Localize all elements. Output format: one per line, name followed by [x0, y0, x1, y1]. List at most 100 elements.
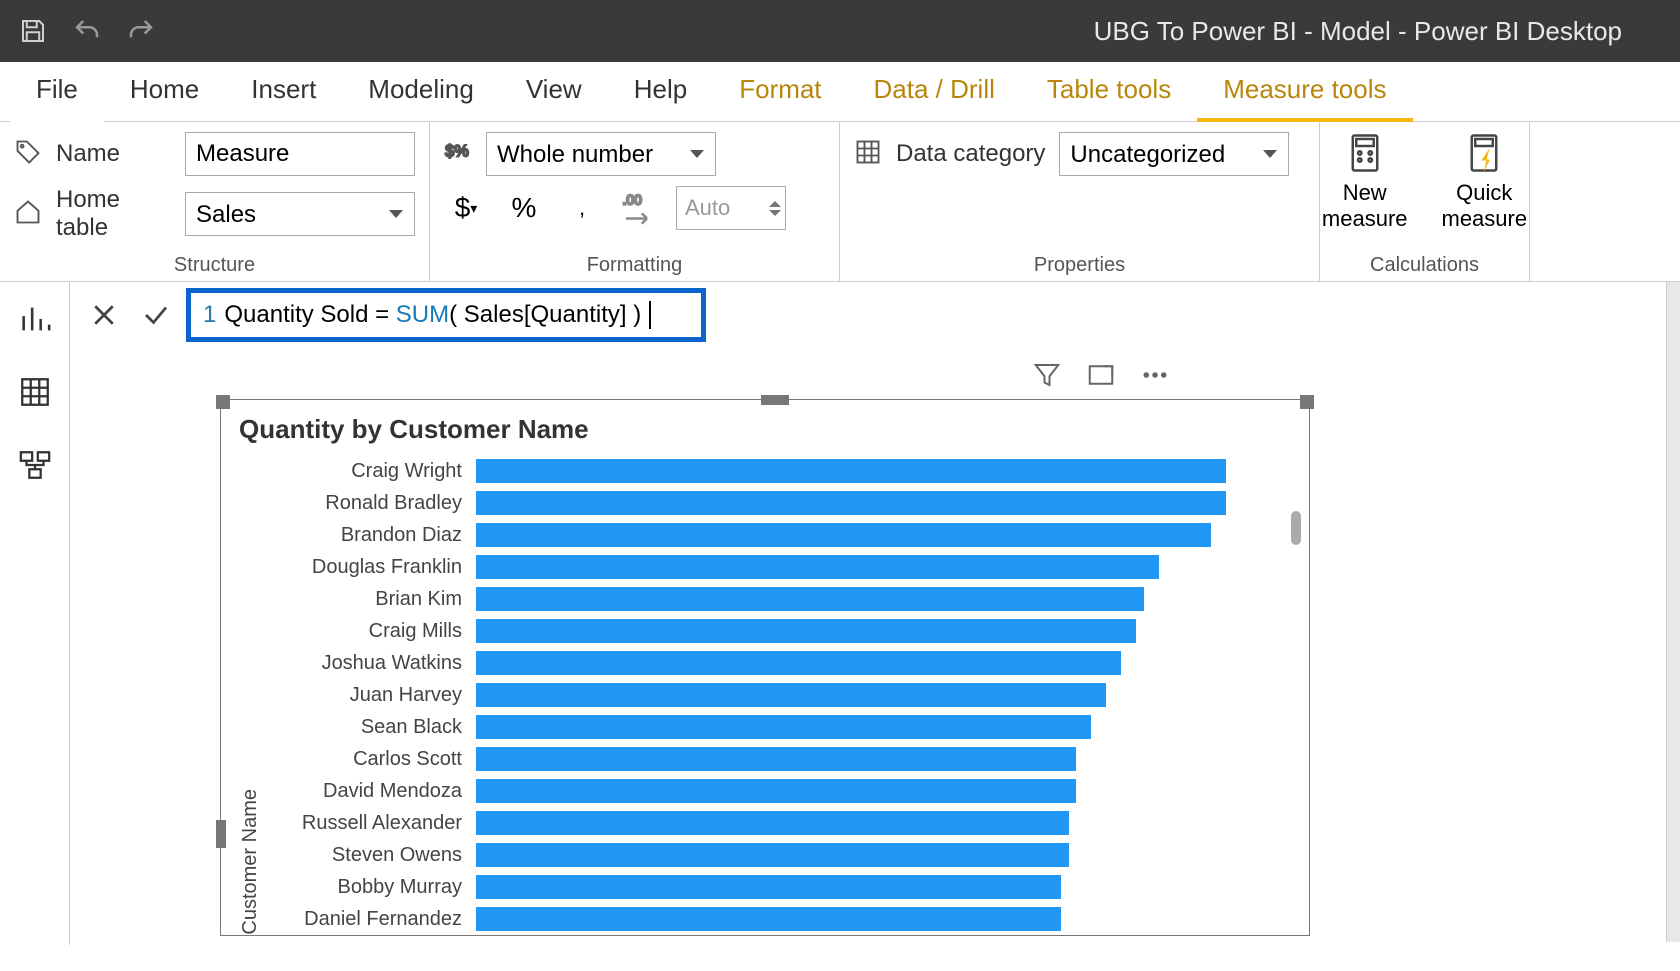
- bar[interactable]: [476, 491, 1226, 515]
- tab-help[interactable]: Help: [608, 62, 713, 122]
- y-axis-label: Customer Name: [235, 739, 266, 935]
- bar[interactable]: [476, 779, 1076, 803]
- home-table-label: Home table: [56, 186, 157, 242]
- undo-icon[interactable]: [72, 16, 102, 46]
- ribbon-tabs: File Home Insert Modeling View Help Form…: [0, 62, 1680, 122]
- measure-name-input[interactable]: [185, 132, 415, 176]
- resize-handle[interactable]: [761, 395, 789, 405]
- resize-handle[interactable]: [1300, 395, 1314, 409]
- report-view-button[interactable]: [18, 302, 52, 341]
- formula-bar: 1 Quantity Sold = SUM( Sales[Quantity] ): [70, 284, 1680, 346]
- model-view-button[interactable]: [18, 448, 52, 487]
- redo-icon[interactable]: [126, 16, 156, 46]
- window-title: UBG To Power BI - Model - Power BI Deskt…: [156, 16, 1662, 47]
- resize-handle[interactable]: [216, 395, 230, 409]
- bar[interactable]: [476, 843, 1069, 867]
- data-format-select[interactable]: Whole number: [486, 132, 716, 176]
- bar[interactable]: [476, 459, 1226, 483]
- tab-format[interactable]: Format: [713, 62, 847, 122]
- bar-category-label: Carlos Scott: [266, 748, 476, 771]
- bar-row: Craig Wright: [266, 455, 1295, 487]
- tab-insert[interactable]: Insert: [225, 62, 342, 122]
- group-label-properties: Properties: [854, 250, 1305, 277]
- tab-home[interactable]: Home: [104, 62, 225, 122]
- ribbon: Name Home table Sales Structure $% Whole…: [0, 122, 1680, 282]
- bar-row: Brian Kim: [266, 583, 1295, 615]
- more-options-icon[interactable]: [1140, 360, 1170, 395]
- tab-modeling[interactable]: Modeling: [342, 62, 500, 122]
- decimal-places-input[interactable]: Auto: [676, 186, 786, 230]
- bar[interactable]: [476, 523, 1211, 547]
- bar-row: Douglas Franklin: [266, 551, 1295, 583]
- right-pane[interactable]: [1666, 282, 1680, 942]
- chart-title: Quantity by Customer Name: [221, 400, 1309, 451]
- bar[interactable]: [476, 555, 1159, 579]
- view-switcher: [0, 282, 70, 945]
- bar-row: David Mendoza: [266, 775, 1295, 807]
- chart-scrollbar[interactable]: [1291, 511, 1301, 971]
- bar-category-label: Craig Wright: [266, 460, 476, 483]
- save-icon[interactable]: [18, 16, 48, 46]
- tab-table-tools[interactable]: Table tools: [1021, 62, 1197, 122]
- cancel-formula-button[interactable]: [82, 293, 126, 337]
- data-category-icon: [854, 138, 882, 171]
- data-category-select[interactable]: Uncategorized: [1059, 132, 1289, 176]
- decimal-format-icon[interactable]: .00: [618, 186, 662, 230]
- bar[interactable]: [476, 811, 1069, 835]
- home-table-icon: [14, 198, 42, 231]
- formula-input[interactable]: 1 Quantity Sold = SUM( Sales[Quantity] ): [186, 288, 706, 342]
- bar[interactable]: [476, 587, 1144, 611]
- filter-icon[interactable]: [1032, 360, 1062, 395]
- bar-row: Brandon Diaz: [266, 519, 1295, 551]
- bar[interactable]: [476, 747, 1076, 771]
- bar-category-label: Russell Alexander: [266, 812, 476, 835]
- bar[interactable]: [476, 715, 1091, 739]
- svg-text:.00: .00: [623, 192, 643, 208]
- bar-row: Bobby Murray: [266, 871, 1295, 903]
- bar[interactable]: [476, 651, 1121, 675]
- group-label-structure: Structure: [14, 250, 415, 277]
- bar-row: Sean Black: [266, 711, 1295, 743]
- bar-row: Craig Mills: [266, 615, 1295, 647]
- focus-mode-icon[interactable]: [1086, 360, 1116, 395]
- tab-view[interactable]: View: [500, 62, 608, 122]
- quick-measure-button[interactable]: Quick measure: [1430, 132, 1540, 233]
- bar[interactable]: [476, 619, 1136, 643]
- bar[interactable]: [476, 875, 1061, 899]
- bar-row: Steven Owens: [266, 839, 1295, 871]
- bar-row: Russell Alexander: [266, 807, 1295, 839]
- bar-row: Juan Harvey: [266, 679, 1295, 711]
- tag-icon: [14, 138, 42, 171]
- percent-button[interactable]: %: [502, 186, 546, 230]
- bar-category-label: David Mendoza: [266, 780, 476, 803]
- bar-category-label: Steven Owens: [266, 844, 476, 867]
- bar-chart-visual[interactable]: Quantity by Customer Name Customer Name …: [220, 399, 1310, 936]
- bar-row: Ronald Bradley: [266, 487, 1295, 519]
- bar-category-label: Ronald Bradley: [266, 492, 476, 515]
- bar-category-label: Brandon Diaz: [266, 524, 476, 547]
- new-measure-button[interactable]: New measure: [1310, 132, 1420, 233]
- bar[interactable]: [476, 907, 1061, 931]
- data-view-button[interactable]: [18, 375, 52, 414]
- bar-category-label: Joshua Watkins: [266, 652, 476, 675]
- titlebar: UBG To Power BI - Model - Power BI Deskt…: [0, 0, 1680, 62]
- group-label-calculations: Calculations: [1334, 250, 1515, 277]
- bar-category-label: Craig Mills: [266, 620, 476, 643]
- bar-category-label: Sean Black: [266, 716, 476, 739]
- bar-row: Daniel Fernandez: [266, 903, 1295, 935]
- home-table-select[interactable]: Sales: [185, 192, 415, 236]
- commit-formula-button[interactable]: [134, 293, 178, 337]
- tab-data-drill[interactable]: Data / Drill: [848, 62, 1021, 122]
- currency-button[interactable]: $▾: [444, 186, 488, 230]
- bar[interactable]: [476, 683, 1106, 707]
- bar-category-label: Bobby Murray: [266, 876, 476, 899]
- bar-category-label: Douglas Franklin: [266, 556, 476, 579]
- svg-text:$%: $%: [445, 142, 469, 160]
- tab-file[interactable]: File: [10, 62, 104, 122]
- bar-category-label: Brian Kim: [266, 588, 476, 611]
- name-label: Name: [56, 140, 120, 168]
- bar-category-label: Juan Harvey: [266, 684, 476, 707]
- tab-measure-tools[interactable]: Measure tools: [1197, 62, 1412, 122]
- bar-row: Joshua Watkins: [266, 647, 1295, 679]
- thousands-separator-button[interactable]: ,: [560, 186, 604, 230]
